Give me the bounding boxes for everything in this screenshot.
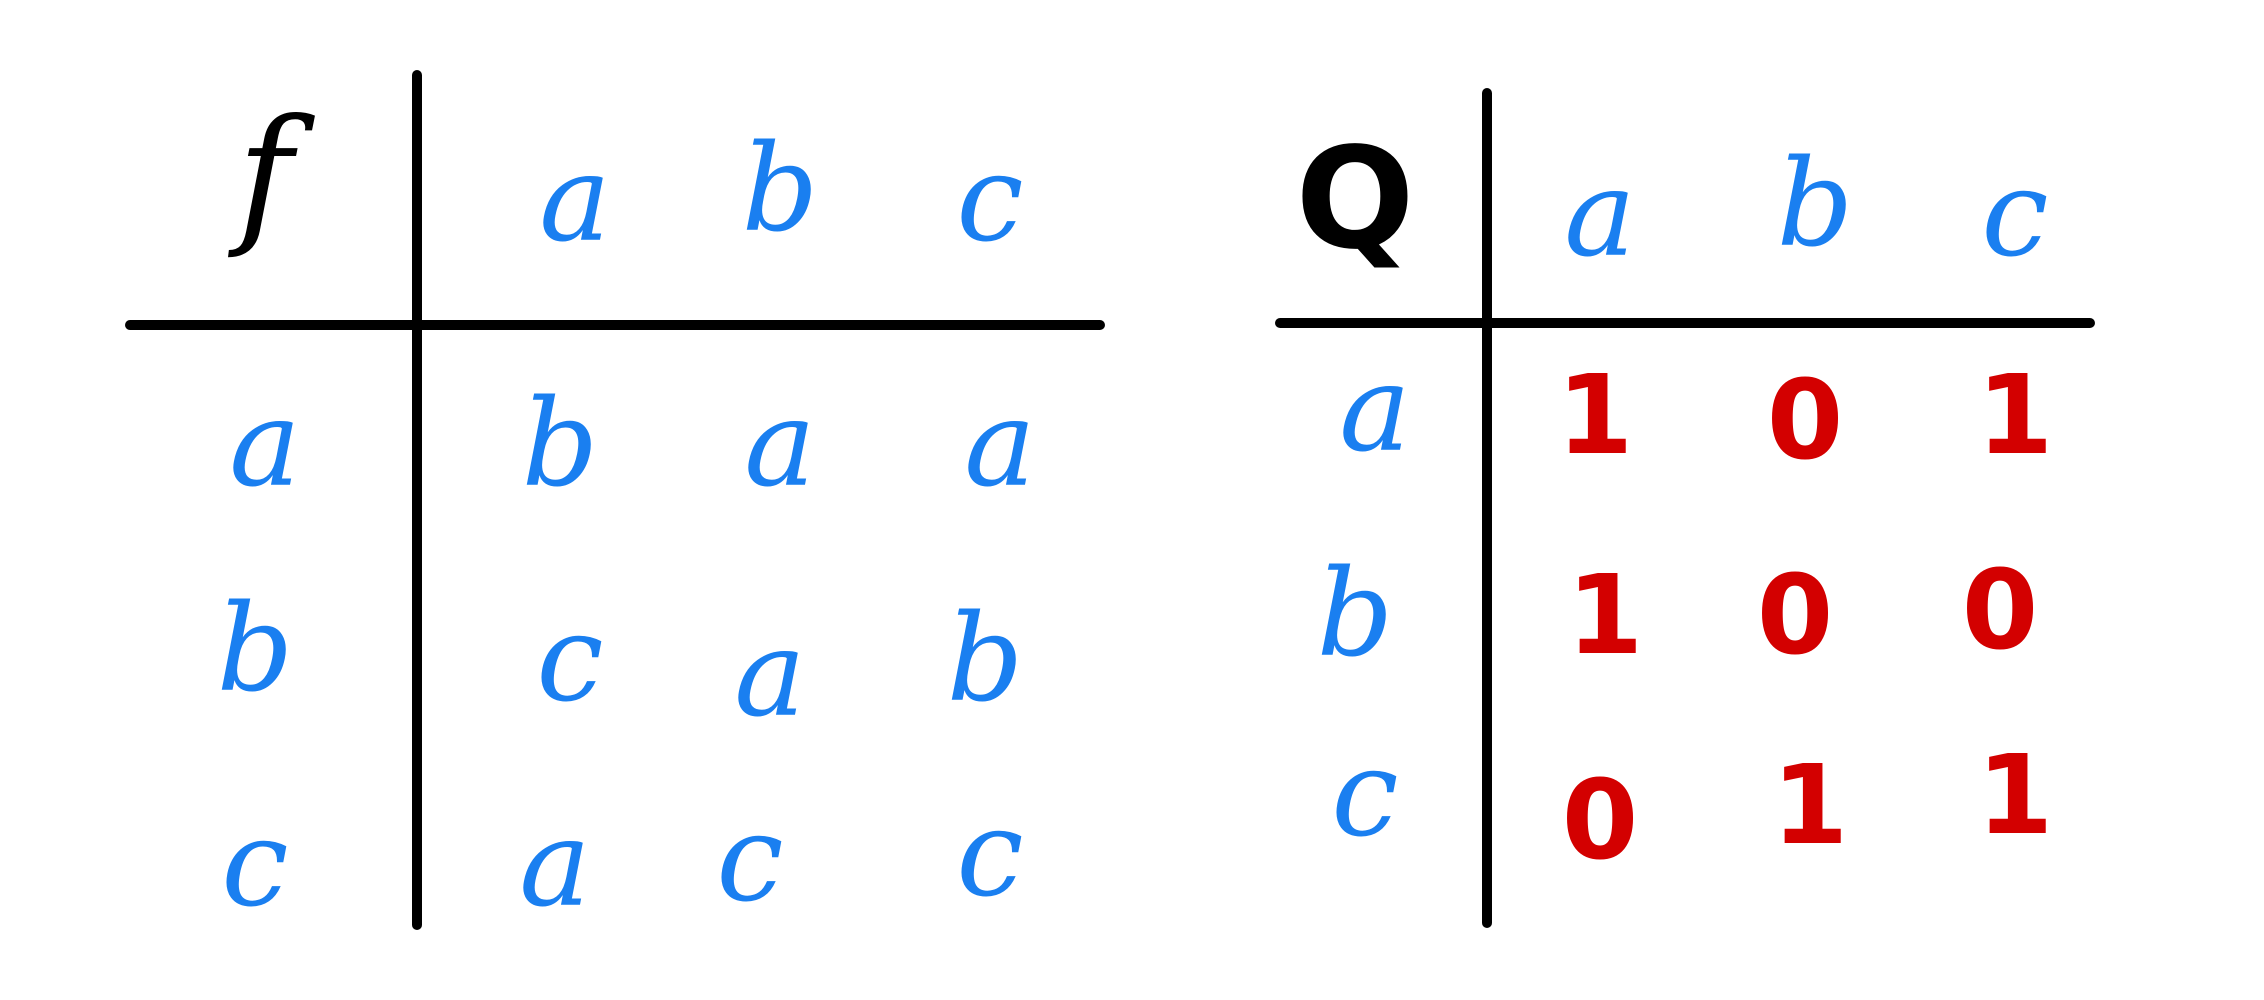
table-f-cell: b [521,375,599,514]
table-q-row-header: c [1331,725,1399,864]
table-q-cell: 0 [1561,756,1639,884]
table-f-cell: a [519,795,591,934]
table-f-vertical-rule [412,70,422,930]
table-f-cell: a [744,375,816,514]
table-q-cell: 1 [1976,351,2054,479]
table-f-cell: c [536,590,604,729]
table-f-cell: c [956,785,1024,924]
table-q-cell: 1 [1976,731,2054,859]
table-q-vertical-rule [1482,88,1492,928]
table-q-row-header: a [1339,340,1411,479]
table-q-cell: 1 [1556,351,1634,479]
table-q-col-header: a [1564,145,1636,284]
table-q-col-header: b [1776,135,1854,274]
table-q-operator: Q [1295,118,1415,281]
table-f-col-header: a [539,130,611,269]
handwritten-tables: f a b c a b c b a a c a b a c c Q a b c … [0,0,2264,1000]
table-q-cell: 1 [1771,741,1849,869]
table-f-cell: a [964,375,1036,514]
table-f-col-header: c [956,130,1024,269]
table-f-cell: a [734,605,806,744]
table-q-cell: 1 [1566,551,1644,679]
table-q-cell: 0 [1756,551,1834,679]
table-q-row-header: b [1316,545,1394,684]
table-f-col-header: b [741,120,819,259]
table-f-row-header: a [229,375,301,514]
table-f-operator: f [237,88,293,262]
table-q-cell: 0 [1961,546,2039,674]
table-q-col-header: c [1981,145,2049,284]
table-f-cell: b [946,590,1024,729]
table-f-horizontal-rule [125,320,1105,330]
table-f-row-header: b [216,580,294,719]
table-f-row-header: c [221,795,289,934]
table-f-cell: c [716,790,784,929]
table-q-cell: 0 [1766,356,1844,484]
table-q-horizontal-rule [1275,318,2095,328]
